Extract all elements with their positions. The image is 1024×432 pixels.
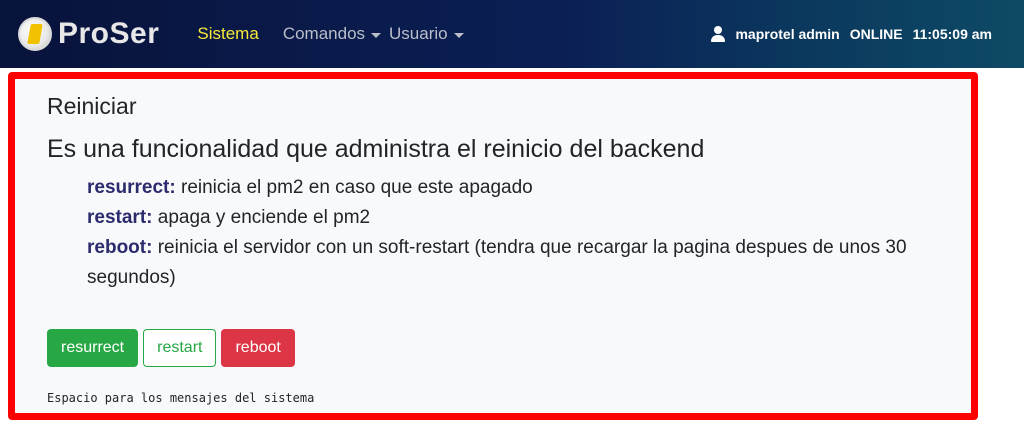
command-list: resurrect: reinicia el pm2 en caso que e… <box>87 173 977 293</box>
command-key: restart: <box>87 207 153 228</box>
page-description: Es una funcionalidad que administra el r… <box>47 135 705 163</box>
nav-item-label: Usuario <box>389 24 448 43</box>
action-buttons: resurrect restart reboot <box>47 329 300 367</box>
restart-button[interactable]: restart <box>143 329 217 367</box>
user-name: maprotel admin <box>735 26 840 42</box>
brand[interactable]: ProSer <box>18 0 159 68</box>
brand-name: ProSer <box>58 17 160 50</box>
command-text: reinicia el servidor con un soft-restart… <box>87 237 907 288</box>
command-text: reinicia el pm2 en caso que este apagado <box>175 177 533 198</box>
top-navbar: ProSer Sistema Comandos Usuario maprotel… <box>0 0 1024 68</box>
list-item: reboot: reinicia el servidor con un soft… <box>87 233 977 293</box>
nav-item-label: Sistema <box>197 24 259 43</box>
command-key: reboot: <box>87 237 153 258</box>
user-icon <box>711 26 726 42</box>
command-key: resurrect: <box>87 177 176 198</box>
status-area: maprotel admin ONLINE 11:05:09 am <box>711 0 992 68</box>
chevron-down-icon <box>453 32 464 38</box>
reboot-button[interactable]: reboot <box>221 329 295 367</box>
connection-status: ONLINE <box>849 26 903 42</box>
nav-item-comandos[interactable]: Comandos <box>282 24 382 44</box>
command-text: apaga y enciende el pm2 <box>152 207 371 228</box>
nav-item-usuario[interactable]: Usuario <box>389 24 464 44</box>
nav-item-label: Comandos <box>282 24 366 43</box>
resurrect-button[interactable]: resurrect <box>47 329 139 367</box>
nav-item-sistema[interactable]: Sistema <box>197 24 258 44</box>
system-message: Espacio para los mensajes del sistema <box>47 391 315 405</box>
chevron-down-icon <box>371 32 382 38</box>
page-title: Reiniciar <box>47 93 137 119</box>
restart-panel: Reiniciar Es una funcionalidad que admin… <box>8 72 978 420</box>
list-item: restart: apaga y enciende el pm2 <box>87 203 977 233</box>
nav-links: Sistema Comandos Usuario <box>197 24 471 44</box>
brand-logo-icon <box>18 17 52 51</box>
list-item: resurrect: reinicia el pm2 en caso que e… <box>87 173 977 203</box>
clock: 11:05:09 am <box>912 26 992 42</box>
